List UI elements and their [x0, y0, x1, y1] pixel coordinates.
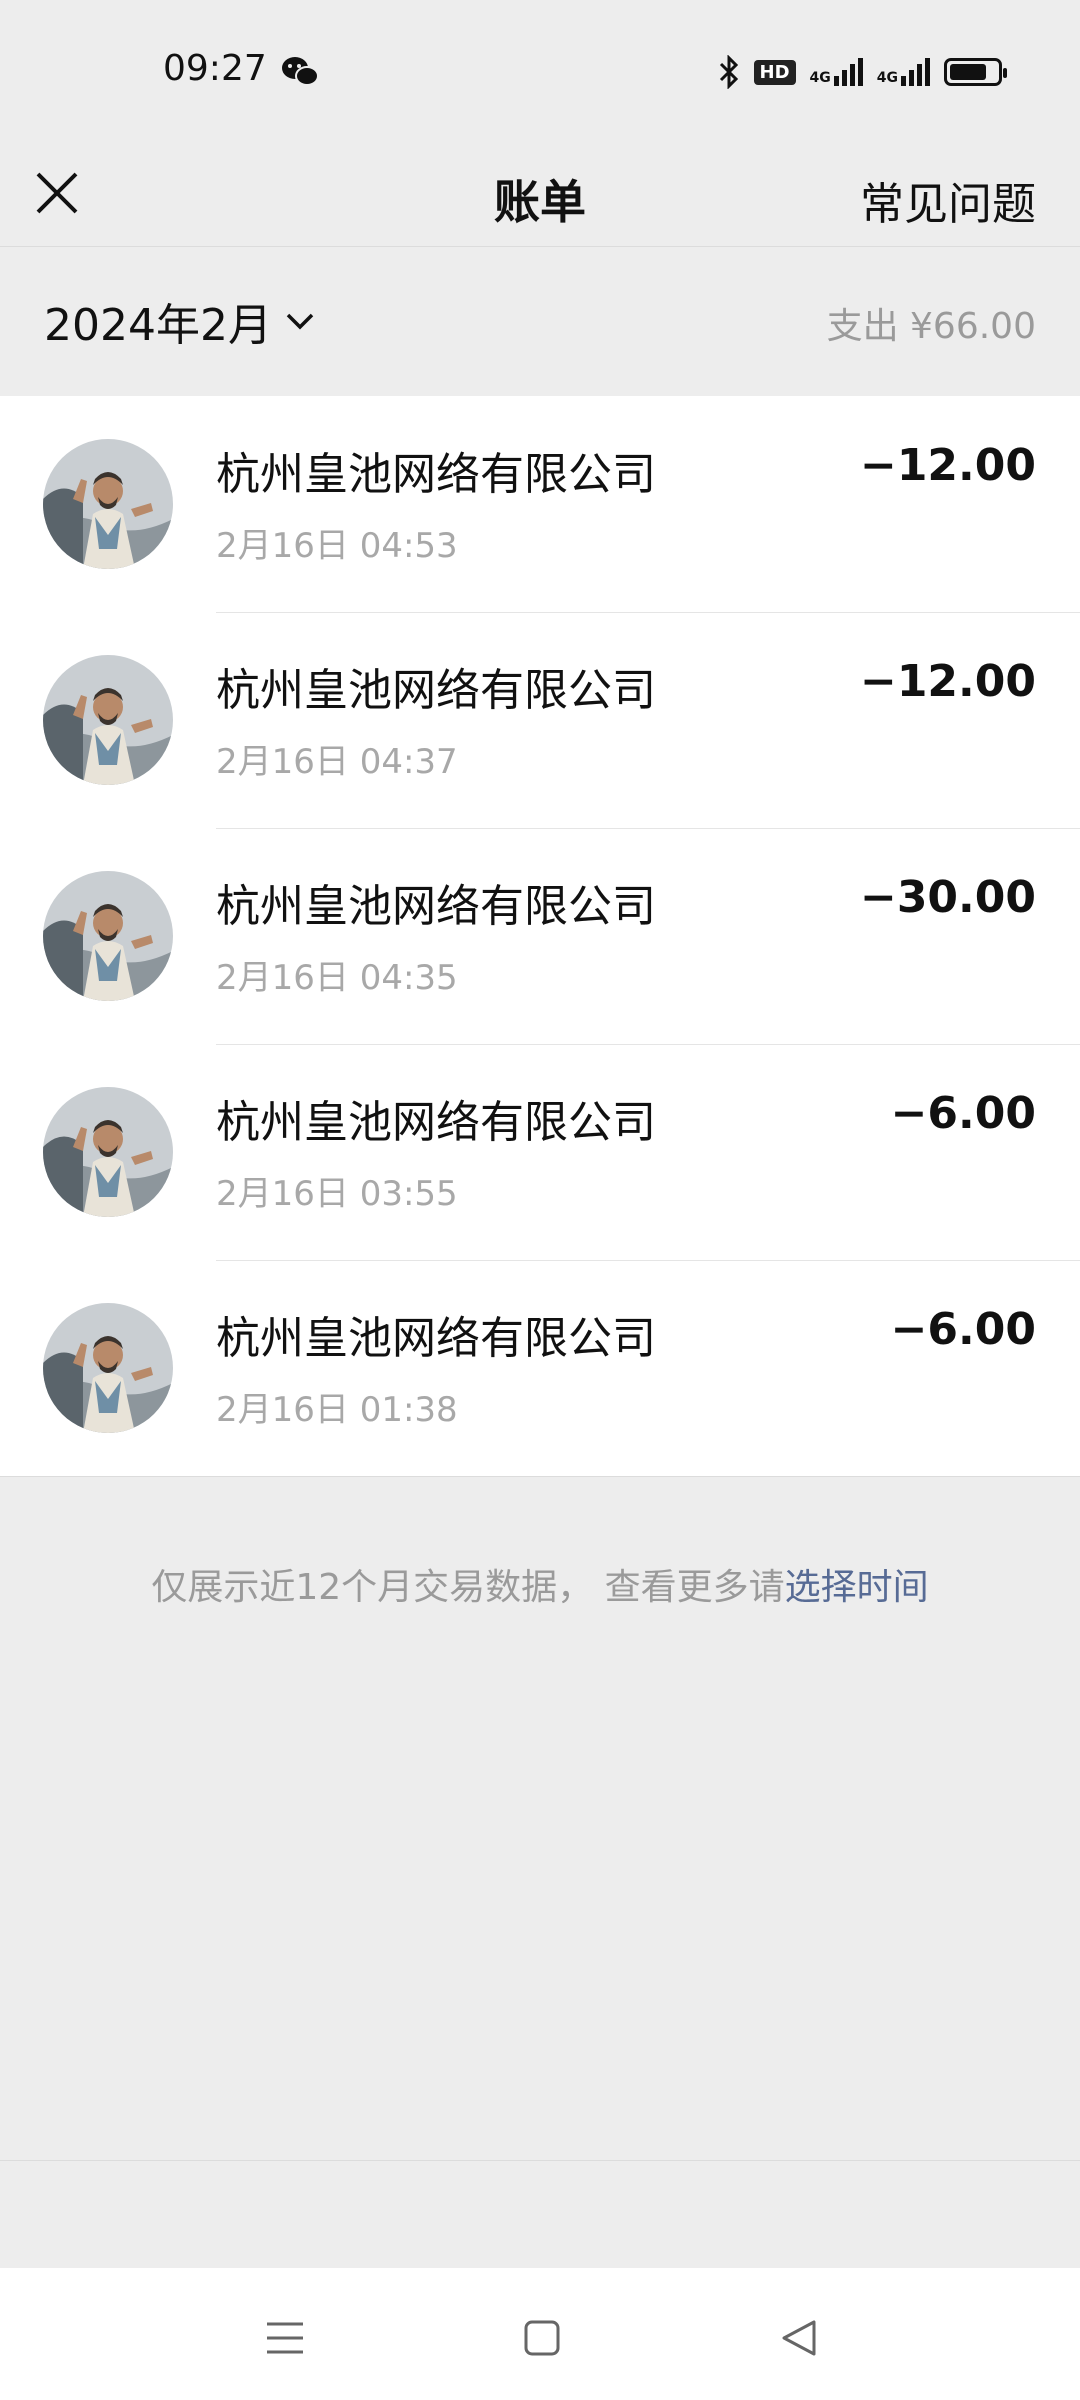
merchant-name: 杭州皇池网络有限公司 — [216, 881, 656, 932]
back-icon[interactable] — [776, 2314, 824, 2362]
merchant-avatar — [43, 439, 173, 569]
transaction-list: 杭州皇池网络有限公司 2月16日 04:53 −12.00 杭州皇池网络有限公司… — [0, 396, 1080, 1477]
month-filter-bar: 2024年2月 支出 ¥66.00 — [0, 247, 1080, 395]
transaction-row[interactable]: 杭州皇池网络有限公司 2月16日 04:37 −12.00 — [0, 612, 1080, 828]
faq-link[interactable]: 常见问题 — [860, 168, 1036, 232]
merchant-name: 杭州皇池网络有限公司 — [216, 1097, 656, 1148]
transaction-amount: −6.00 — [890, 1304, 1036, 1355]
history-range-note: 仅展示近12个月交易数据， 查看更多请选择时间 — [0, 1558, 1080, 1610]
transaction-row[interactable]: 杭州皇池网络有限公司 2月16日 04:53 −12.00 — [0, 396, 1080, 612]
bluetooth-icon — [719, 55, 738, 89]
signal-icon: 4G — [810, 58, 863, 86]
merchant-avatar — [43, 655, 173, 785]
chevron-down-icon — [286, 313, 314, 330]
merchant-name: 杭州皇池网络有限公司 — [216, 449, 656, 500]
transaction-row[interactable]: 杭州皇池网络有限公司 2月16日 03:55 −6.00 — [0, 1044, 1080, 1260]
merchant-avatar — [43, 871, 173, 1001]
status-icons: HD 4G 4G — [718, 52, 1007, 92]
merchant-name: 杭州皇池网络有限公司 — [216, 1313, 656, 1364]
hd-icon: HD — [753, 59, 796, 85]
transaction-time: 2月16日 04:53 — [216, 526, 458, 566]
wechat-icon — [282, 57, 319, 86]
status-time: 09:27 — [163, 48, 267, 89]
transaction-row[interactable]: 杭州皇池网络有限公司 2月16日 04:35 −30.00 — [0, 828, 1080, 1044]
history-note-text: 仅展示近12个月交易数据， 查看更多请 — [151, 1567, 785, 1608]
expense-summary: 支出 ¥66.00 — [826, 306, 1036, 347]
network-type-label: 4G — [876, 70, 898, 86]
nav-bar: 账单 常见问题 — [0, 144, 1080, 247]
merchant-name: 杭州皇池网络有限公司 — [216, 665, 656, 716]
home-icon[interactable] — [518, 2314, 566, 2362]
system-nav-bar — [0, 2268, 1080, 2400]
transaction-time: 2月16日 04:37 — [216, 742, 458, 782]
transaction-amount: −12.00 — [859, 656, 1036, 707]
menu-icon[interactable] — [261, 2314, 309, 2362]
signal-icon: 4G — [877, 58, 930, 86]
merchant-avatar — [43, 1087, 173, 1217]
battery-icon — [944, 58, 1007, 86]
transaction-time: 2月16日 03:55 — [216, 1174, 458, 1214]
divider — [0, 2160, 1080, 2161]
transaction-amount: −6.00 — [890, 1088, 1036, 1139]
month-label: 2024年2月 — [44, 300, 272, 351]
transaction-time: 2月16日 04:35 — [216, 958, 458, 998]
transaction-time: 2月16日 01:38 — [216, 1390, 458, 1430]
close-icon[interactable] — [26, 162, 88, 224]
status-bar: 09:27 HD 4G 4G — [0, 0, 1080, 144]
transaction-row[interactable]: 杭州皇池网络有限公司 2月16日 01:38 −6.00 — [0, 1260, 1080, 1476]
transaction-amount: −30.00 — [859, 872, 1036, 923]
transaction-amount: −12.00 — [859, 440, 1036, 491]
network-type-label: 4G — [809, 70, 831, 86]
select-time-link[interactable]: 选择时间 — [785, 1567, 929, 1608]
month-selector[interactable]: 2024年2月 — [44, 289, 316, 353]
merchant-avatar — [43, 1303, 173, 1433]
